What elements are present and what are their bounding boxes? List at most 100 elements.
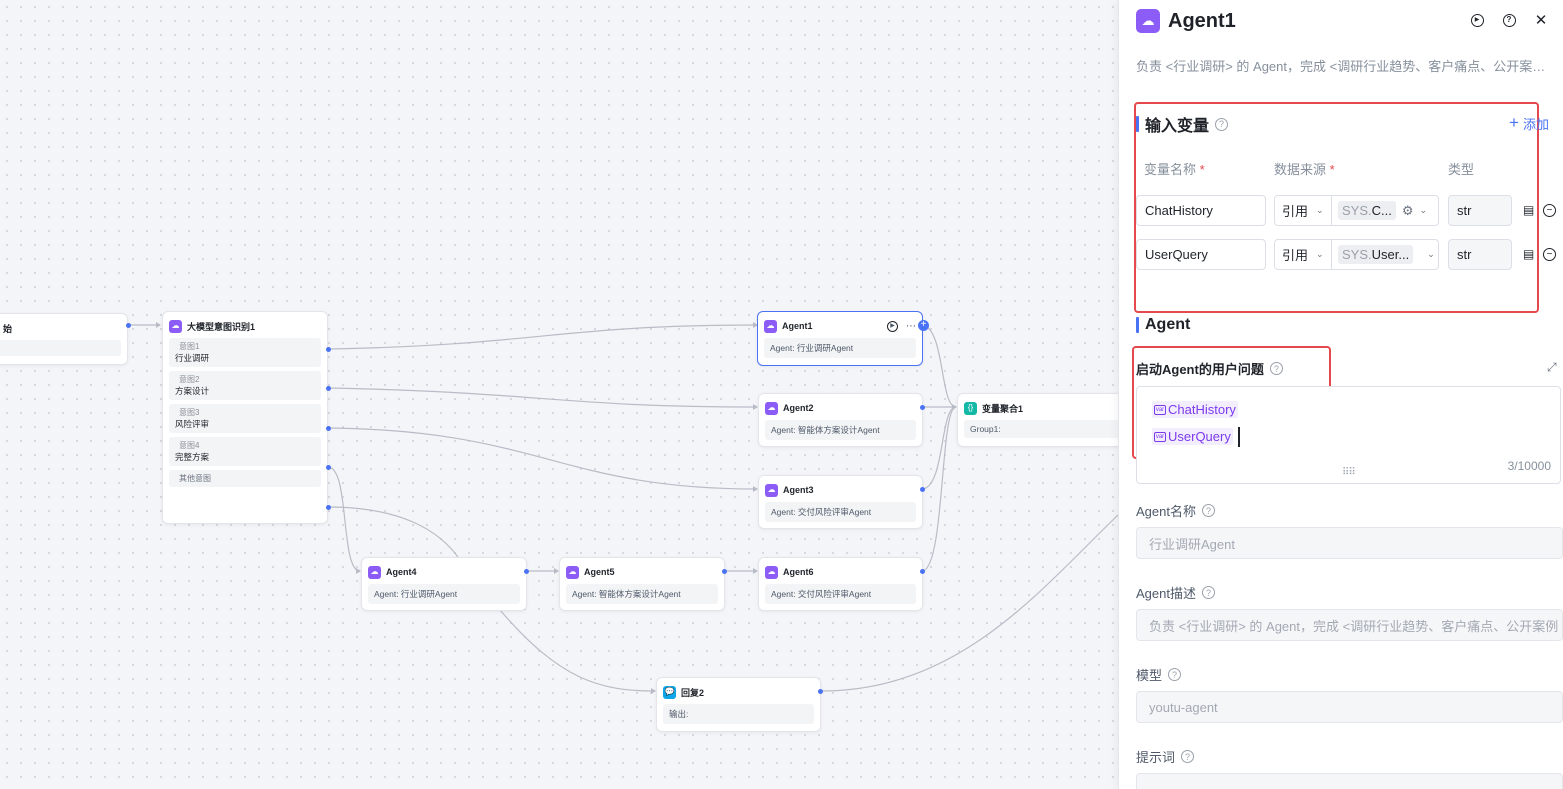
model-label: 模型 ? — [1136, 665, 1182, 684]
agent5-node[interactable]: ☁ Agent5 Agent: 智能体方案设计Agent — [559, 557, 725, 611]
aggregate-node[interactable]: {} 变量聚合1 Group1: — [957, 393, 1132, 447]
intent-label: 意图2 — [179, 375, 200, 384]
intent-item: 意图4 完整方案 — [169, 437, 321, 466]
port[interactable] — [326, 347, 331, 352]
node-body: Group1: — [964, 420, 1125, 438]
run-icon[interactable]: ▶ — [1469, 12, 1485, 28]
panel-actions: ▶ ? ✕ — [1469, 12, 1549, 29]
help-icon[interactable]: ? — [1215, 117, 1229, 131]
agent-desc-field: 负责 <行业调研> 的 Agent，完成 <调研行业趋势、客户痛点、公开案例 — [1136, 609, 1563, 641]
variable-name-input[interactable]: UserQuery — [1136, 239, 1266, 270]
intent-value: 行业调研 — [175, 353, 210, 363]
intent-node-icon: ☁ — [169, 319, 182, 333]
node-body: Agent: 行业调研Agent — [764, 338, 916, 358]
data-source-select[interactable]: 引用 ⌄ SYS.C... ⚙ ⌄ — [1274, 195, 1439, 226]
port[interactable] — [818, 689, 823, 694]
agent-icon: ☁ — [765, 401, 778, 415]
port[interactable] — [326, 505, 331, 510]
agent-desc-label-text: Agent描述 — [1136, 586, 1196, 601]
source-ref-select[interactable]: SYS.C... ⚙ ⌄ — [1332, 201, 1438, 220]
port[interactable] — [920, 405, 925, 410]
source-mode-select[interactable]: 引用 ⌄ — [1275, 240, 1332, 269]
more-icon[interactable]: ⋯ — [906, 321, 916, 332]
source-mode-value: 引用 — [1282, 204, 1309, 219]
sys-value: User... — [1371, 247, 1410, 262]
port[interactable] — [524, 569, 529, 574]
help-icon[interactable]: ? — [1269, 362, 1283, 375]
node-title: Agent6 — [783, 567, 814, 577]
col-header-text: 类型 — [1448, 162, 1475, 177]
remove-row-icon[interactable]: − — [1543, 204, 1556, 217]
intent-value: 方案设计 — [175, 386, 210, 396]
prompt-label: 提示词 ? — [1136, 747, 1195, 766]
help-icon[interactable]: ? — [1181, 750, 1195, 763]
node-body: 输出: — [663, 704, 814, 724]
variable-icon: var — [1154, 431, 1166, 442]
document-icon[interactable]: ▤ — [1523, 247, 1534, 261]
user-query-editor[interactable]: var ChatHistory var UserQuery 3/10000 ⠿⠿ — [1136, 386, 1561, 484]
port[interactable] — [326, 386, 331, 391]
intent-item: 其他意图 — [169, 470, 321, 487]
variable-type-field[interactable]: str — [1448, 195, 1512, 226]
agent-icon: ☁ — [765, 565, 778, 579]
node-title: 始 — [3, 323, 13, 334]
port[interactable] — [126, 323, 131, 328]
variable-type-field[interactable]: str — [1448, 239, 1512, 270]
port[interactable] — [722, 569, 727, 574]
help-icon[interactable]: ? — [1501, 12, 1517, 28]
node-body — [0, 340, 121, 356]
agent-icon: ☁ — [566, 565, 579, 579]
agent-logo-icon: ☁ — [1136, 9, 1160, 33]
port[interactable] — [326, 465, 331, 470]
chevron-down-icon: ⌄ — [1316, 205, 1324, 215]
intent-item: 意图1 行业调研 — [169, 338, 321, 367]
agent1-node[interactable]: ☁ Agent1 ▶ ⋯ Agent: 行业调研Agent + — [757, 311, 929, 366]
start-node[interactable]: 始 — [0, 313, 128, 365]
document-icon[interactable]: ▤ — [1523, 203, 1534, 217]
intent-node[interactable]: ☁ 大模型意图识别1 意图1 行业调研 意图2 方案设计 意图3 风险评审 意图4 完整… — [162, 311, 328, 524]
agent-name-field: 行业调研Agent — [1136, 527, 1563, 559]
agent3-node[interactable]: ☁ Agent3 Agent: 交付风险评审Agent — [758, 475, 923, 529]
close-icon[interactable]: ✕ — [1533, 12, 1549, 29]
col-header-source: 数据来源 * — [1274, 162, 1335, 177]
run-node-icon[interactable]: ▶ — [887, 320, 898, 332]
user-query-label-text: 启动Agent的用户问题 — [1136, 362, 1264, 377]
add-next-node-icon[interactable]: + — [918, 320, 929, 331]
port[interactable] — [326, 426, 331, 431]
intent-label: 意图3 — [179, 408, 200, 417]
edge-agent1-agg — [922, 324, 957, 408]
edge-agent4-reply — [499, 609, 656, 692]
node-body: Agent: 交付风险评审Agent — [765, 502, 916, 522]
gear-icon[interactable]: ⚙ — [1402, 203, 1414, 219]
variable-tag-text: UserQuery — [1168, 429, 1231, 444]
remove-row-icon[interactable]: − — [1543, 248, 1556, 261]
port[interactable] — [920, 487, 925, 492]
node-title: Agent2 — [783, 403, 814, 413]
node-body: Agent: 智能体方案设计Agent — [765, 420, 916, 440]
add-variable-label: 添加 — [1522, 116, 1549, 132]
reply-node[interactable]: 💬 回复2 输出: — [656, 677, 821, 732]
help-icon[interactable]: ? — [1201, 586, 1215, 599]
section-bar — [1136, 317, 1139, 333]
agent2-node[interactable]: ☁ Agent2 Agent: 智能体方案设计Agent — [758, 393, 923, 447]
variable-name-input[interactable]: ChatHistory — [1136, 195, 1266, 226]
add-variable-button[interactable]: + 添加 — [1509, 113, 1549, 133]
node-body: Agent: 交付风险评审Agent — [765, 584, 916, 604]
section-bar — [1136, 116, 1139, 132]
intent-label: 意图4 — [179, 441, 200, 450]
source-ref-select[interactable]: SYS.User... ⌄ — [1332, 245, 1438, 264]
port[interactable] — [920, 569, 925, 574]
node-title: 大模型意图识别1 — [187, 321, 256, 332]
expand-icon[interactable]: ⤢ — [1547, 360, 1557, 375]
intent-item: 意图2 方案设计 — [169, 371, 321, 400]
resize-grip-icon[interactable]: ⠿⠿ — [1342, 467, 1356, 478]
help-icon[interactable]: ? — [1168, 668, 1182, 681]
help-icon[interactable]: ? — [1201, 504, 1215, 517]
agent6-node[interactable]: ☁ Agent6 Agent: 交付风险评审Agent — [758, 557, 923, 611]
edge-intent4-agent4 — [327, 466, 361, 572]
data-source-select[interactable]: 引用 ⌄ SYS.User... ⌄ — [1274, 239, 1439, 270]
source-mode-select[interactable]: 引用 ⌄ — [1275, 196, 1332, 225]
agent4-node[interactable]: ☁ Agent4 Agent: 行业调研Agent — [361, 557, 527, 611]
panel-description: 负责 <行业调研> 的 Agent，完成 <调研行业趋势、客户痛点、公开案例..… — [1136, 59, 1556, 74]
plus-icon: + — [1509, 113, 1519, 132]
